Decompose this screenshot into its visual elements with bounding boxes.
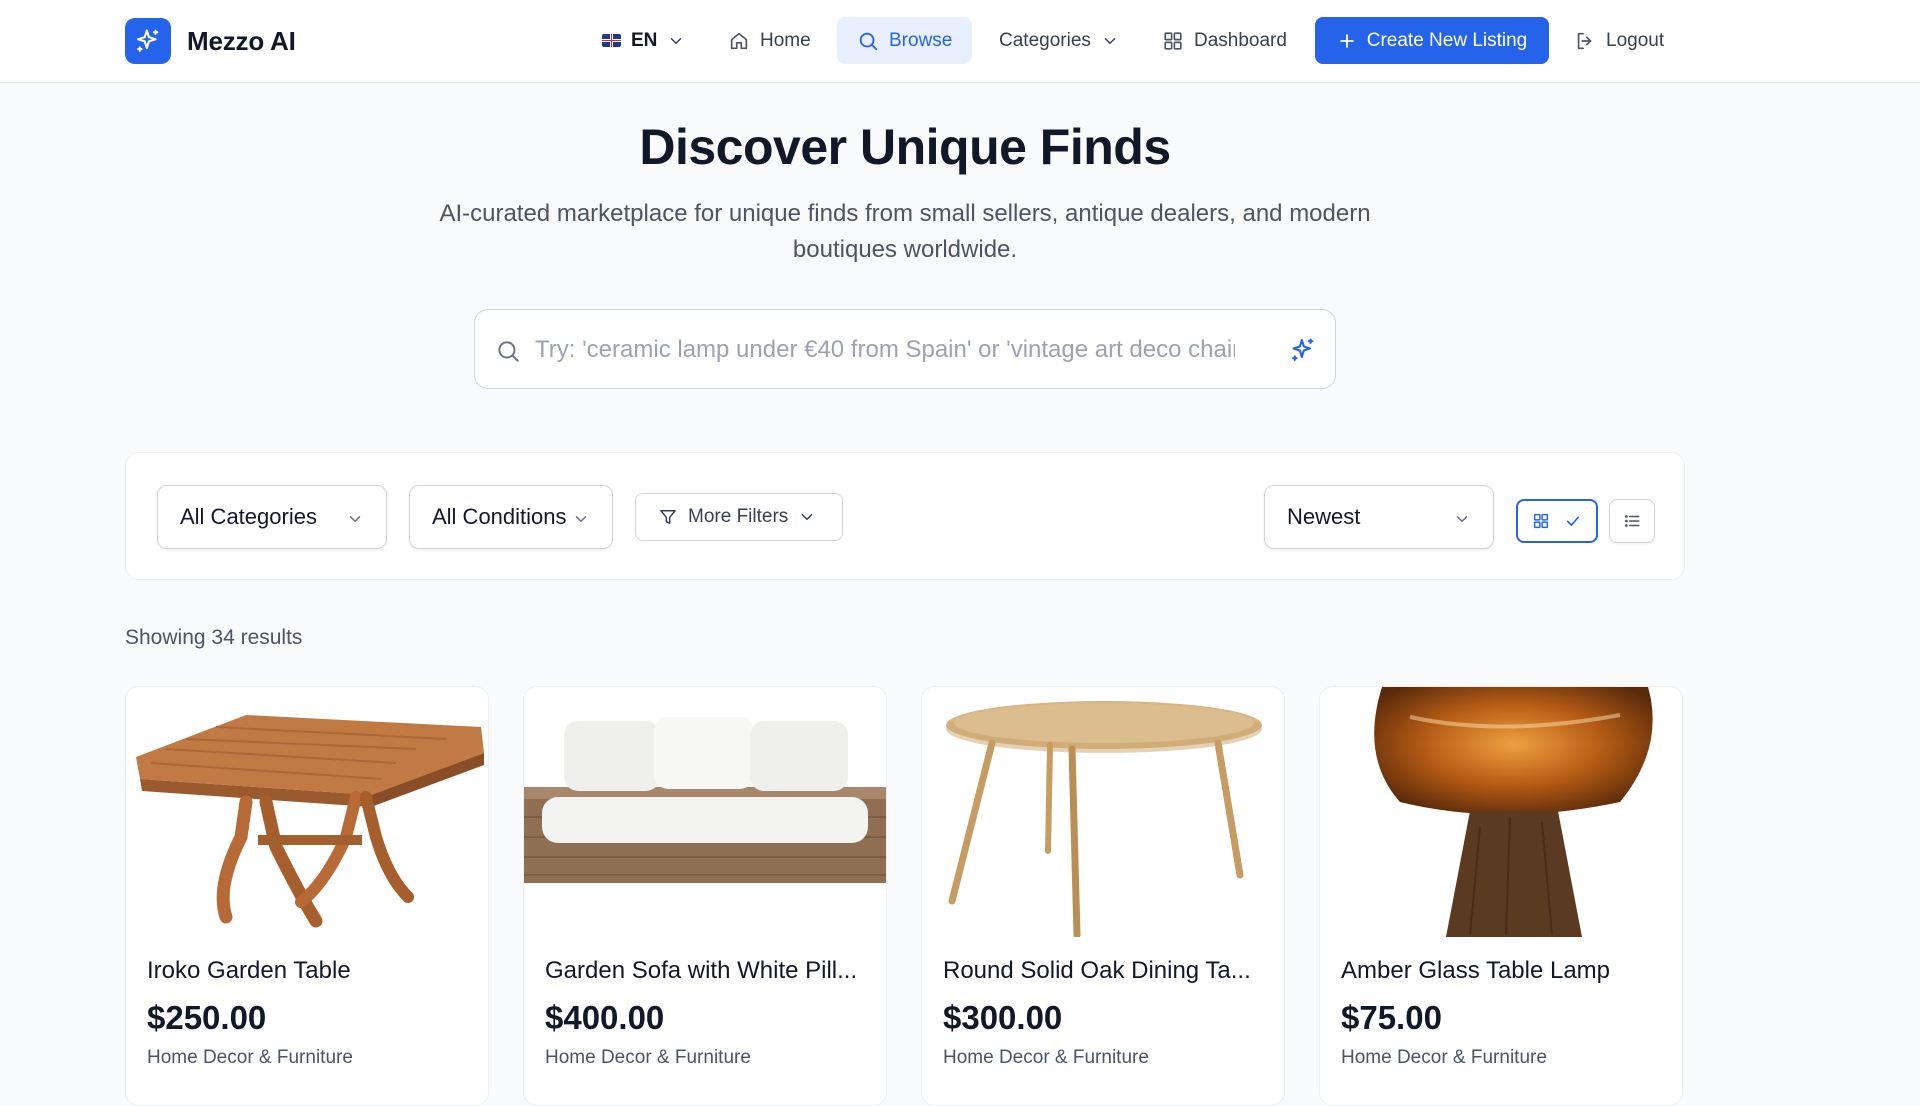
chevron-down-icon [1456,516,1468,522]
page-subtitle: AI-curated marketplace for unique finds … [439,200,1371,263]
nav-browse-label: Browse [889,29,953,51]
search-icon [859,32,878,50]
list-view-toggle[interactable] [1609,499,1655,543]
sort-select[interactable]: Newest [1264,485,1494,549]
nav-browse[interactable]: Browse [837,17,973,64]
listing-category: Home Decor & Furniture [545,1047,751,1068]
chevron-down-icon [575,516,587,522]
logout-icon [1577,32,1592,49]
nav-home-label: Home [760,29,811,51]
nav-home[interactable]: Home [728,17,811,64]
listing-price: $300.00 [943,999,1063,1036]
listing-title: Amber Glass Table Lamp [1341,957,1611,984]
nav-categories[interactable]: Categories [999,17,1119,64]
search-icon [498,341,519,362]
uk-flag-icon [602,34,621,47]
page-title: Discover Unique Finds [639,119,1171,175]
wicker-sofa-icon [524,687,886,937]
listing-category: Home Decor & Furniture [1341,1047,1547,1068]
listing-category: Home Decor & Furniture [943,1047,1149,1068]
category-select-value: All Categories [180,504,317,529]
listing-card[interactable]: Amber Glass Table Lamp $75.00 Home Decor… [1319,686,1683,1106]
listing-price: $250.00 [147,999,267,1036]
results-count: Showing 34 results [125,626,303,649]
check-icon [1566,516,1580,526]
condition-select[interactable]: All Conditions [409,485,613,549]
chevron-down-icon [671,37,682,44]
listing-card[interactable]: Iroko Garden Table $250.00 Home Decor & … [125,686,489,1106]
chevron-down-icon [802,514,813,520]
listing-title: Round Solid Oak Dining Ta... [943,957,1251,984]
chevron-down-icon [349,516,361,522]
list-icon [1625,515,1640,527]
condition-select-value: All Conditions [432,504,567,529]
nav-dashboard-label: Dashboard [1194,29,1287,51]
listing-card[interactable]: Round Solid Oak Dining Ta... $300.00 Hom… [921,686,1285,1106]
category-select[interactable]: All Categories [157,485,387,549]
search-input[interactable] [535,328,1235,372]
filter-funnel-icon [660,510,676,524]
listing-title: Garden Sofa with White Pill... [545,957,858,984]
listing-card[interactable]: Garden Sofa with White Pill... $400.00 H… [523,686,887,1106]
nav-dashboard[interactable]: Dashboard [1162,17,1287,64]
listing-title: Iroko Garden Table [147,957,351,984]
listing-image [524,687,886,937]
sort-select-value: Newest [1287,504,1361,529]
nav-categories-label: Categories [999,29,1091,51]
create-listing-button[interactable]: Create New Listing [1315,17,1549,64]
grid-view-toggle[interactable] [1516,499,1598,543]
brand-name: Mezzo AI [187,25,296,56]
listing-price: $400.00 [545,999,665,1036]
ai-sparkle-icon[interactable] [1289,336,1317,364]
more-filters-label: More Filters [688,506,789,527]
listing-category: Home Decor & Furniture [147,1047,353,1068]
plus-icon [1339,33,1354,48]
wooden-garden-table-icon [136,715,484,928]
top-navigation-bar: Mezzo AI EN Home Browse Categories Dashb… [0,0,1920,83]
listing-image [1320,687,1682,937]
more-filters-button[interactable]: More Filters [635,493,843,541]
ai-search-bar[interactable] [474,309,1336,389]
filter-bar: All Categories All Conditions More Filte… [125,452,1685,580]
amber-glass-lamp-icon [1374,687,1653,937]
language-label: EN [631,29,658,51]
round-oak-table-icon [946,701,1262,937]
create-listing-label: Create New Listing [1366,29,1528,51]
chevron-down-icon [1104,37,1116,44]
listing-image [126,687,488,937]
language-selector[interactable]: EN [602,17,685,64]
listing-image [922,687,1284,937]
brand[interactable]: Mezzo AI [125,18,296,64]
home-icon [730,32,748,49]
listing-price: $75.00 [1341,999,1442,1036]
dashboard-grid-icon [1164,31,1182,50]
sparkle-logo-icon [125,18,171,64]
nav-logout-label: Logout [1606,29,1665,51]
grid-icon [1533,513,1549,529]
nav-logout[interactable]: Logout [1574,17,1664,64]
